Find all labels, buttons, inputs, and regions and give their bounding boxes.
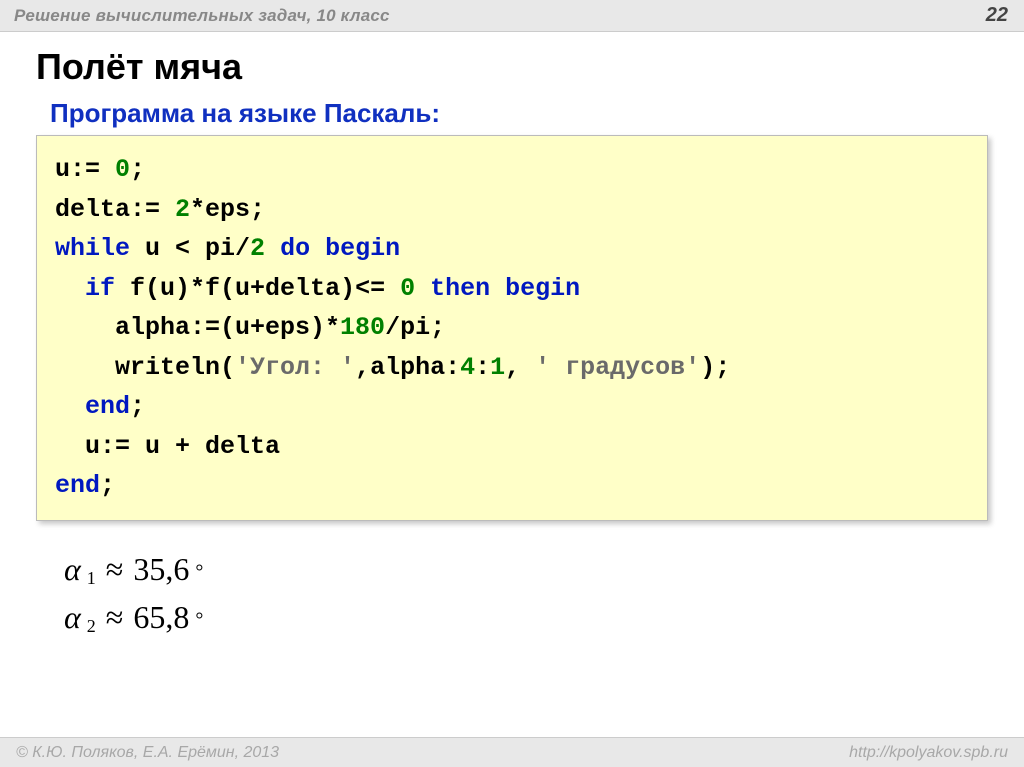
header-title: Решение вычислительных задач, 10 класс — [14, 6, 390, 26]
code-line-1: u:= 0; — [55, 150, 969, 190]
footer-url: http://kpolyakov.spb.ru — [849, 744, 1008, 762]
result-value: 65,8 — [133, 593, 189, 641]
result-value: 35,6 — [133, 545, 189, 593]
approx-symbol: ≈ — [106, 593, 124, 641]
degree-symbol: ° — [195, 557, 203, 587]
code-line-2: delta:= 2*eps; — [55, 190, 969, 230]
result-row-2: α2 ≈ 65,8° — [64, 593, 988, 641]
code-line-4: if f(u)*f(u+delta)<= 0 then begin — [55, 269, 969, 309]
code-line-7: end; — [55, 387, 969, 427]
code-line-8: u:= u + delta — [55, 427, 969, 467]
results: α1 ≈ 35,6° α2 ≈ 65,8° — [36, 545, 988, 641]
footer: © К.Ю. Поляков, Е.А. Ерёмин, 2013 http:/… — [0, 737, 1024, 767]
code-line-3: while u < pi/2 do begin — [55, 229, 969, 269]
alpha-symbol: α — [64, 545, 81, 593]
header-bar: Решение вычислительных задач, 10 класс 2… — [0, 0, 1024, 32]
slide-title: Полёт мяча — [0, 32, 1024, 98]
subscript: 1 — [87, 565, 96, 592]
content: Программа на языке Паскаль: u:= 0; delta… — [0, 98, 1024, 641]
approx-symbol: ≈ — [106, 545, 124, 593]
result-row-1: α1 ≈ 35,6° — [64, 545, 988, 593]
code-line-9: end; — [55, 466, 969, 506]
footer-copyright: © К.Ю. Поляков, Е.А. Ерёмин, 2013 — [16, 744, 279, 762]
degree-symbol: ° — [195, 605, 203, 635]
code-line-6: writeln('Угол: ',alpha:4:1, ' градусов')… — [55, 348, 969, 388]
alpha-symbol: α — [64, 593, 81, 641]
code-box: u:= 0; delta:= 2*eps; while u < pi/2 do … — [36, 135, 988, 521]
code-line-5: alpha:=(u+eps)*180/pi; — [55, 308, 969, 348]
page-number: 22 — [986, 4, 1008, 27]
subscript: 2 — [87, 613, 96, 640]
subtitle: Программа на языке Паскаль: — [36, 98, 988, 129]
